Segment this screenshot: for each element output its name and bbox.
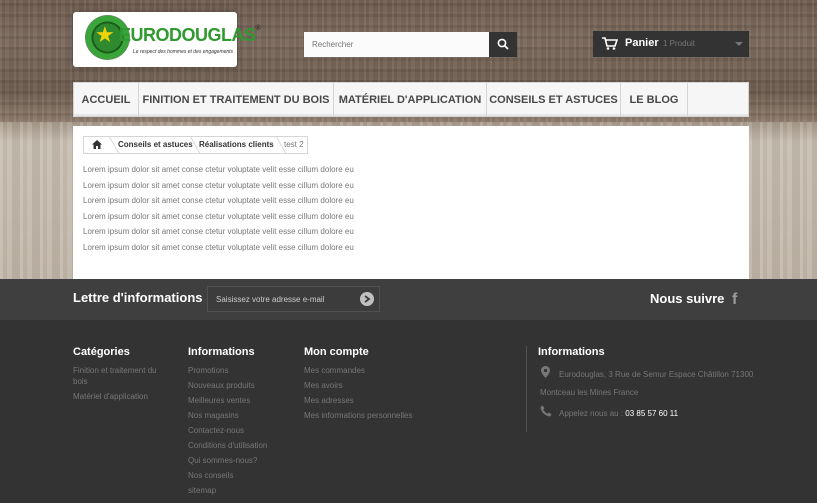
breadcrumb-item[interactable]: Conseils et astuces bbox=[118, 140, 193, 149]
arrow-right-icon bbox=[364, 295, 371, 303]
cart-count: 1 Produit bbox=[663, 39, 696, 48]
main-menu: ACCUEIL FINITION ET TRAITEMENT DU BOIS M… bbox=[73, 82, 749, 117]
menu-item-materiel[interactable]: MATÉRIEL D'APPLICATION bbox=[334, 83, 487, 116]
menu-item-finition[interactable]: FINITION ET TRAITEMENT DU BOIS bbox=[139, 83, 334, 116]
footer-account-link[interactable]: Mes avoirs bbox=[304, 381, 343, 390]
newsletter-title: Lettre d'informations bbox=[73, 290, 203, 305]
store-address-line1: Eurodouglas, 3 Rue de Semur Espace Châti… bbox=[559, 370, 754, 379]
store-address-line2: Montceau les Mines France bbox=[540, 388, 639, 397]
footer-info-link[interactable]: Nouveaux produits bbox=[188, 381, 255, 390]
footer-category-link[interactable]: bois bbox=[73, 377, 88, 386]
footer-store-title: Informations bbox=[538, 346, 605, 358]
chevron-down-icon bbox=[735, 42, 743, 46]
footer-categories-title: Catégories bbox=[73, 346, 130, 358]
store-phone: Appelez nous au : 03 85 57 60 11 bbox=[559, 409, 678, 418]
cart-icon bbox=[602, 37, 618, 50]
search-input[interactable] bbox=[304, 32, 489, 57]
newsletter-placeholder: Saisissez votre adresse e-mail bbox=[216, 295, 325, 304]
search-icon bbox=[497, 38, 509, 50]
home-icon bbox=[92, 140, 102, 149]
footer-info-link[interactable]: Nos conseils bbox=[188, 471, 233, 480]
footer-account-title: Mon compte bbox=[304, 346, 369, 358]
content-paragraph: Lorem ipsum dolor sit amet conse ctetur … bbox=[83, 212, 354, 221]
content-paragraph: Lorem ipsum dolor sit amet conse ctetur … bbox=[83, 227, 354, 236]
footer-informations-title: Informations bbox=[188, 346, 255, 358]
footer-info-link[interactable]: Nos magasins bbox=[188, 411, 239, 420]
newsletter-submit-button[interactable] bbox=[360, 292, 374, 306]
content-paragraph: Lorem ipsum dolor sit amet conse ctetur … bbox=[83, 196, 354, 205]
breadcrumb: Conseils et astuces Réalisations clients… bbox=[83, 136, 308, 154]
breadcrumb-item[interactable]: Réalisations clients bbox=[199, 140, 274, 149]
menu-item-blog[interactable]: LE BLOG bbox=[621, 83, 688, 116]
footer-account-link[interactable]: Mes informations personnelles bbox=[304, 411, 413, 420]
footer-info-link[interactable]: Promotions bbox=[188, 366, 228, 375]
content-paragraph: Lorem ipsum dolor sit amet conse ctetur … bbox=[83, 243, 354, 252]
footer-account-link[interactable]: Mes commandes bbox=[304, 366, 365, 375]
store-phone-label: Appelez nous au : bbox=[559, 409, 624, 418]
newsletter-email-input[interactable]: Saisissez votre adresse e-mail bbox=[207, 286, 380, 312]
footer-info-link[interactable]: Conditions d'utilisation bbox=[188, 441, 267, 450]
content-paragraph: Lorem ipsum dolor sit amet conse ctetur … bbox=[83, 181, 354, 190]
footer-category-link[interactable]: Matériel d'application bbox=[73, 392, 148, 401]
logo-wordmark: EURODOUGLAS® bbox=[119, 25, 261, 45]
footer-category-link[interactable]: Finition et traitement du bbox=[73, 366, 157, 375]
footer: Catégories Finition et traitement du boi… bbox=[0, 320, 817, 503]
follow-title: Nous suivre bbox=[650, 291, 725, 306]
map-marker-icon bbox=[541, 366, 550, 378]
footer-info-link[interactable]: Qui sommes-nous? bbox=[188, 456, 257, 465]
search-button[interactable] bbox=[489, 32, 517, 57]
page-content: Conseils et astuces Réalisations clients… bbox=[73, 126, 749, 279]
site-logo[interactable]: ★ EURODOUGLAS® Le respect des hommes et … bbox=[73, 12, 261, 67]
cart-button[interactable]: Panier 1 Produit bbox=[593, 31, 749, 57]
logo-star-icon: ★ bbox=[95, 22, 115, 47]
menu-item-conseils[interactable]: CONSEILS ET ASTUCES bbox=[487, 83, 621, 116]
footer-account-link[interactable]: Mes adresses bbox=[304, 396, 354, 405]
facebook-icon[interactable]: f bbox=[732, 291, 737, 309]
breadcrumb-current: test 2 bbox=[284, 140, 304, 149]
content-paragraph: Lorem ipsum dolor sit amet conse ctetur … bbox=[83, 165, 354, 174]
footer-info-link[interactable]: Contactez-nous bbox=[188, 426, 244, 435]
menu-item-accueil[interactable]: ACCUEIL bbox=[74, 83, 139, 116]
newsletter-strip: Lettre d'informations Saisissez votre ad… bbox=[0, 279, 817, 320]
cart-label: Panier bbox=[625, 37, 659, 49]
footer-info-link[interactable]: Meilleures ventes bbox=[188, 396, 250, 405]
store-phone-number[interactable]: 03 85 57 60 11 bbox=[625, 409, 678, 418]
footer-divider bbox=[526, 346, 527, 432]
search-bar bbox=[304, 32, 517, 57]
footer-info-link[interactable]: sitemap bbox=[188, 486, 216, 495]
logo-tagline: Le respect des hommes et des engagements bbox=[133, 49, 234, 55]
phone-icon bbox=[540, 405, 552, 417]
